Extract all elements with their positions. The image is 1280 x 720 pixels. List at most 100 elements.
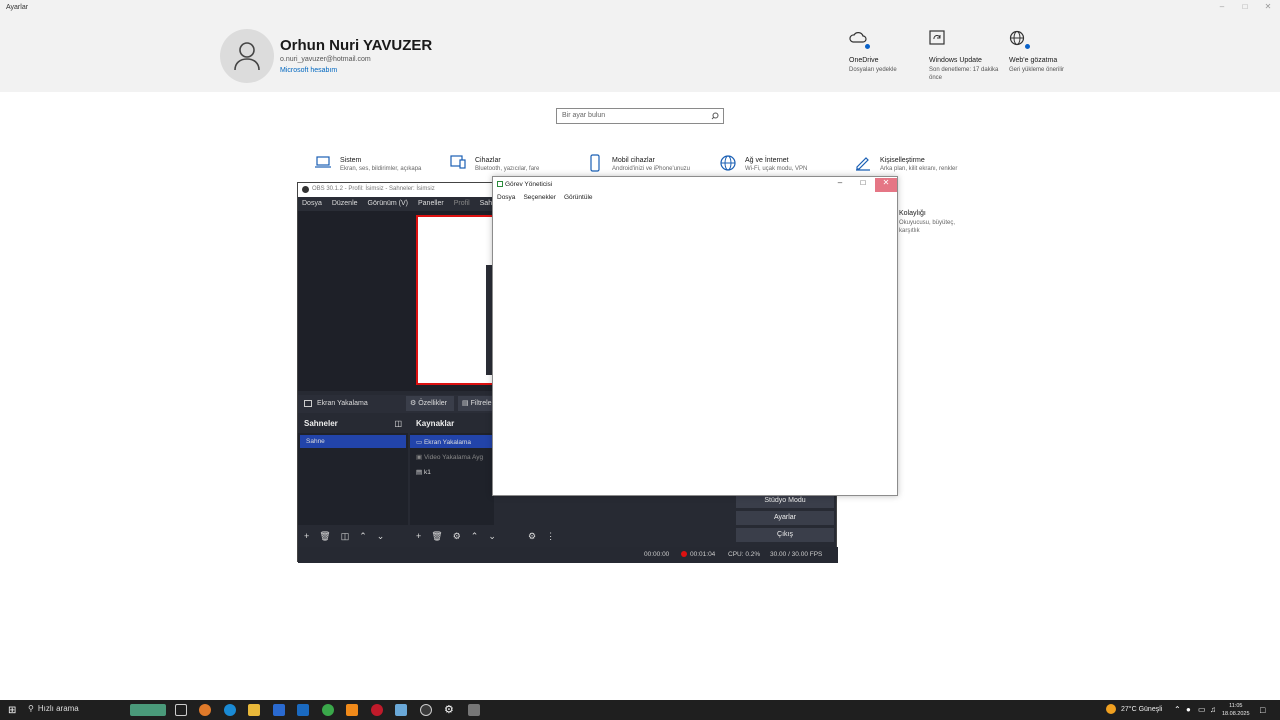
menu-file[interactable]: Dosya (497, 194, 515, 201)
vlc-icon[interactable] (346, 704, 358, 716)
minimize-button[interactable]: – (829, 178, 851, 192)
globe-icon (1009, 30, 1031, 50)
scene-item[interactable]: Sahne (300, 435, 406, 448)
obs-logo-icon (302, 186, 309, 193)
scenes-controls: + 🗑 ◫ ⌃ ⌄ (304, 531, 384, 542)
menu-profile[interactable]: Profil (454, 200, 470, 208)
quick-link-title: Web'e gözatma (1009, 57, 1058, 64)
quick-link-windows-update[interactable]: Windows Update Son denetleme: 17 dakika … (929, 30, 1009, 82)
app-icon[interactable] (395, 704, 407, 716)
menu-view[interactable]: Görünüm (V) (368, 200, 408, 208)
copilot-icon[interactable] (199, 704, 211, 716)
category-system[interactable]: Sistem Ekran, ses, bildirimler, açıkapa (314, 154, 444, 172)
properties-button[interactable]: ⚙ Özellikler (406, 396, 454, 411)
window-title: Ayarlar (6, 4, 29, 11)
scenes-panel: Sahne (298, 433, 408, 525)
filters-button[interactable]: ▤ Filtreler (458, 396, 494, 411)
maximize-button[interactable]: □ (1235, 2, 1255, 11)
category-accessibility[interactable]: Kolaylığı Okuyucusu, büyüteç, karşıtlık (899, 210, 969, 235)
clock-time: 11:05 (1229, 703, 1243, 709)
outlook-icon[interactable] (297, 704, 309, 716)
maximize-button[interactable]: □ (852, 178, 874, 192)
gear-icon[interactable]: ⚙ (453, 531, 461, 542)
exit-button[interactable]: Çıkış (736, 528, 834, 542)
chevron-down-icon[interactable]: ⌄ (377, 531, 385, 542)
edge-icon[interactable] (224, 704, 236, 716)
microphone-icon[interactable]: ● (1186, 705, 1191, 714)
sources-controls: + 🗑 ⚙ ⌃ ⌄ (416, 531, 496, 542)
avatar[interactable] (220, 29, 274, 83)
source-item[interactable]: ▣ Video Yakalama Ayg (410, 450, 492, 463)
add-icon[interactable]: + (304, 531, 309, 542)
menu-file[interactable]: Dosya (302, 200, 322, 208)
opera-icon[interactable] (371, 704, 383, 716)
taskbar-search[interactable]: ⚲ Hızlı arama (28, 704, 79, 713)
menu-docks[interactable]: Paneller (418, 200, 444, 208)
user-name: Orhun Nuri YAVUZER (280, 37, 433, 54)
devices-icon (450, 155, 466, 169)
search-placeholder: Bir ayar bulun (562, 112, 606, 119)
settings-gear-icon[interactable]: ⚙ (444, 704, 456, 716)
category-personalization[interactable]: Kişiselleştirme Arka plan, kilit ekranı, … (854, 154, 984, 172)
settings-button[interactable]: Ayarlar (736, 511, 834, 525)
file-explorer-icon[interactable] (248, 704, 260, 716)
studio-mode-button[interactable]: Stüdyo Modu (736, 494, 834, 508)
add-icon[interactable]: + (416, 531, 421, 542)
quick-link-web-browsing[interactable]: Web'e gözatma Geri yükleme önerilir (1009, 30, 1089, 74)
close-button[interactable]: ✕ (875, 178, 897, 192)
preview-capture (416, 215, 496, 385)
obs-icon[interactable] (420, 704, 432, 716)
chevron-down-icon[interactable]: ⌄ (488, 531, 496, 542)
source-label: k1 (423, 469, 431, 476)
stream-time: 00:00:00 (644, 551, 670, 558)
sources-panel: ▭ Ekran Yakalama ▣ Video Yakalama Ayg ▤ … (410, 433, 494, 525)
category-subtitle: Wi-Fi, uçak modu, VPN (745, 166, 808, 172)
more-icon[interactable]: ⋮ (546, 531, 555, 542)
chevron-up-icon[interactable]: ⌃ (471, 531, 479, 542)
trash-icon[interactable]: 🗑 (431, 531, 442, 542)
chrome-icon[interactable] (322, 704, 334, 716)
task-manager-icon (497, 181, 503, 187)
category-mobile-devices[interactable]: Mobil cihazlar Android'inizi ve iPhone'un… (586, 154, 716, 172)
notification-icon[interactable]: □ (1260, 705, 1265, 715)
weather-text[interactable]: 27°C Güneşli (1121, 706, 1162, 713)
trash-icon[interactable]: 🗑 (319, 531, 330, 542)
sun-icon (1106, 704, 1116, 714)
task-manager-window[interactable]: Görev Yöneticisi – □ ✕ Dosya Seçenekler … (492, 176, 898, 496)
settings-search-input[interactable]: Bir ayar bulun (556, 108, 724, 124)
task-view-icon[interactable] (175, 704, 187, 716)
phone-icon (590, 154, 600, 172)
laptop-icon (315, 156, 331, 168)
category-subtitle: Okuyucusu, büyüteç, karşıtlık (899, 220, 956, 234)
quick-link-title: OneDrive (849, 57, 879, 64)
battery-icon[interactable]: ▭ (1198, 705, 1206, 714)
source-item[interactable]: ▤ k1 (410, 465, 492, 478)
windows-start-icon[interactable]: ⊞ (8, 705, 16, 716)
menu-view[interactable]: Görüntüle (564, 194, 593, 201)
obs-status-bar: 00:00:00 00:01:04 CPU: 0.2% 30.00 / 30.0… (298, 547, 838, 563)
category-devices[interactable]: Cihazlar Bluetooth, yazıcılar, fare (449, 154, 579, 172)
chevron-up-icon[interactable]: ⌃ (1174, 705, 1181, 714)
store-icon[interactable] (273, 704, 285, 716)
menu-options[interactable]: Seçenekler (523, 194, 556, 201)
microsoft-account-link[interactable]: Microsoft hesabım (280, 67, 337, 74)
quick-link-onedrive[interactable]: OneDrive Dosyaları yedekle (849, 30, 929, 74)
sources-header: Kaynaklar (416, 419, 455, 428)
filter-icon[interactable]: ◫ (341, 531, 350, 542)
close-button[interactable]: ✕ (1258, 2, 1278, 11)
search-highlight-icon[interactable] (130, 704, 166, 716)
category-network[interactable]: Ağ ve İnternet Wi-Fi, uçak modu, VPN (719, 154, 849, 172)
chevron-up-icon[interactable]: ⌃ (359, 531, 367, 542)
source-item[interactable]: ▭ Ekran Yakalama (410, 435, 492, 448)
gear-icon[interactable]: ⚙ (528, 531, 536, 542)
minimize-button[interactable]: – (1212, 2, 1232, 11)
taskbar-clock[interactable]: 11:05 18.08.2025 (1222, 702, 1250, 718)
task-manager-taskbar-icon[interactable] (468, 704, 480, 716)
menu-edit[interactable]: Düzenle (332, 200, 358, 208)
search-icon (711, 112, 719, 122)
category-title: Cihazlar (475, 157, 501, 164)
clock-date: 18.08.2025 (1222, 711, 1250, 717)
scenes-title: Sahneler (304, 419, 338, 428)
volume-icon[interactable]: ♫ (1210, 705, 1216, 714)
scenes-dock-icon[interactable]: ◫ (394, 419, 402, 428)
